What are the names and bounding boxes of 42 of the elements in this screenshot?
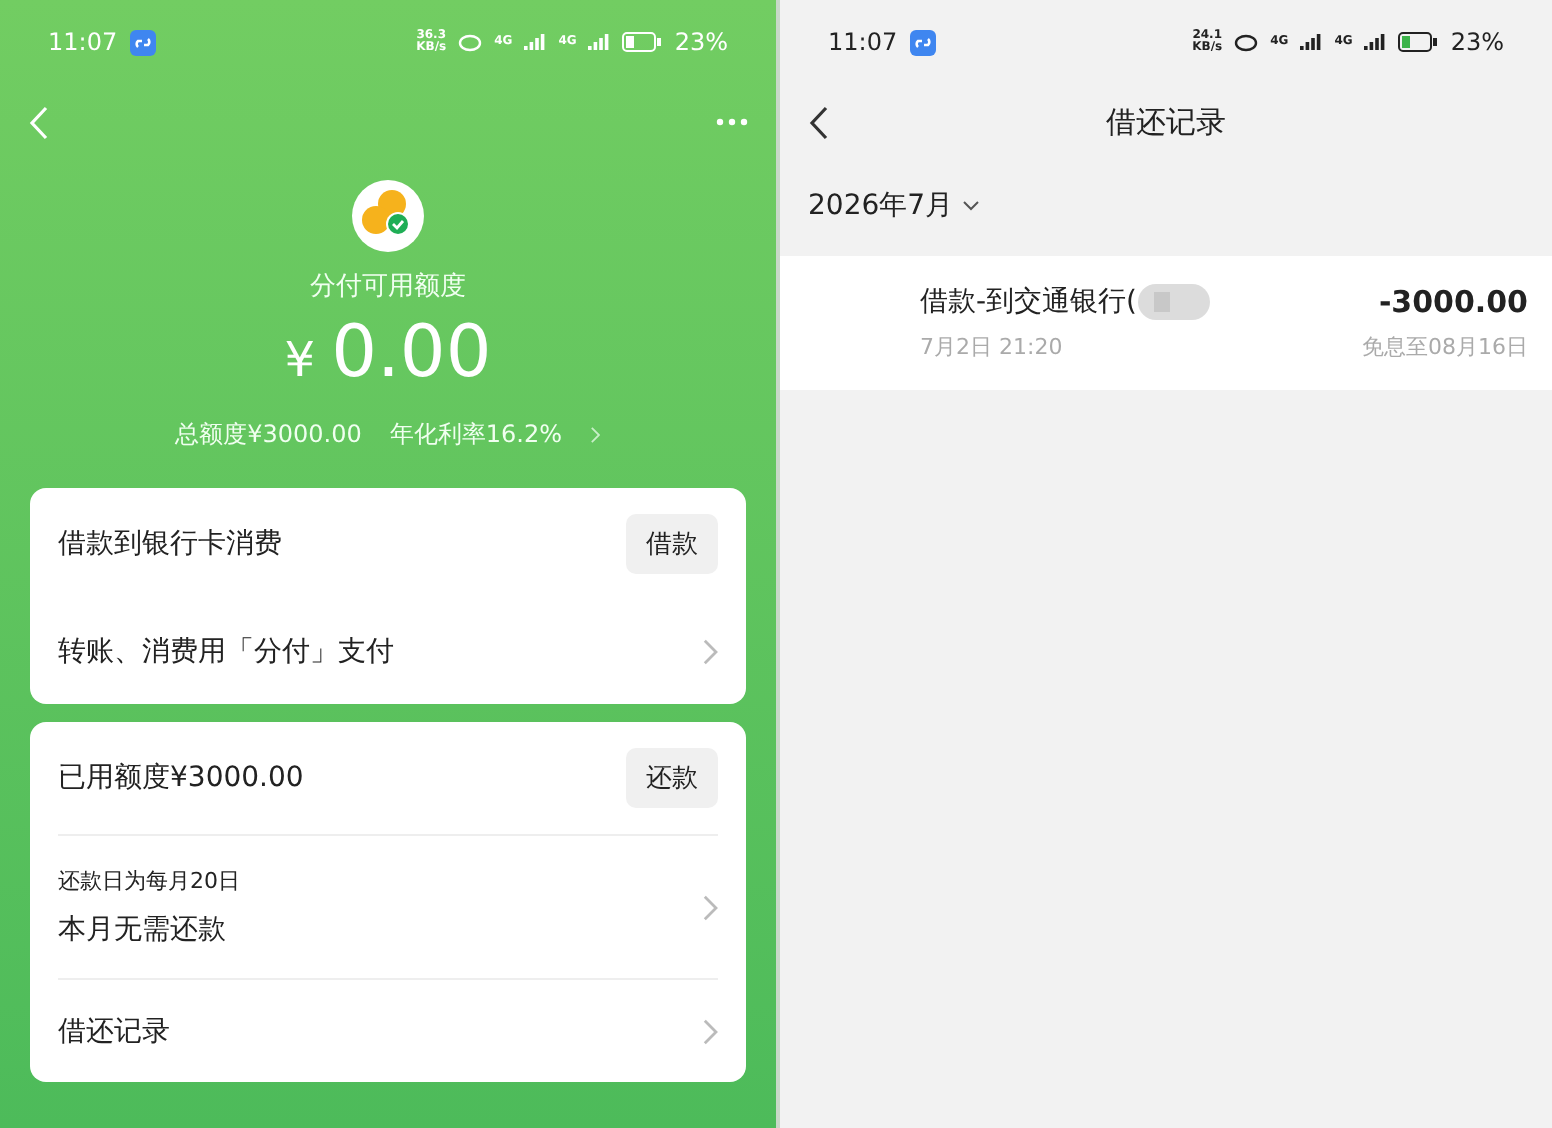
action-button[interactable]: 还款 — [626, 748, 718, 808]
battery-icon — [1398, 32, 1439, 52]
chevron-down-icon[interactable] — [961, 200, 980, 212]
chevron-right-icon — [701, 1017, 718, 1045]
chevron-right-icon — [701, 893, 718, 921]
record-title: 借款-到交通银行( — [920, 284, 1138, 320]
action-button[interactable]: 借款 — [626, 514, 718, 574]
chevron-right-icon — [701, 638, 718, 666]
credit-label: 分付可用额度 — [310, 270, 466, 304]
status-time: 11:07 — [828, 28, 898, 56]
battery-percent: 23% — [1450, 28, 1504, 56]
row-label: 借还记录 — [58, 1013, 172, 1049]
row-label: 已用额度¥3000.00 — [58, 760, 306, 796]
menu-row[interactable]: 还款日为每月20日 本月无需还款 — [58, 834, 718, 978]
row-label: 借款到银行卡消费 — [58, 526, 284, 562]
logo-icon — [352, 180, 424, 252]
chevron-right-icon — [590, 426, 601, 444]
currency-symbol: ¥ — [284, 332, 316, 388]
total-limit: 总额度¥3000.00 — [175, 418, 362, 452]
record-time: 7月2日 21:20 — [920, 332, 1065, 362]
link-icon — [129, 29, 156, 55]
signal-icon — [588, 33, 611, 51]
row-label: 本月无需还款 — [58, 912, 228, 948]
signal-icon — [524, 33, 547, 51]
back-icon[interactable] — [808, 105, 828, 139]
menu-row[interactable]: 转账、消费用「分付」支付 — [58, 600, 718, 704]
record-amount: -3000.00 — [1378, 284, 1528, 320]
record-note: 免息至08月16日 — [1362, 332, 1528, 362]
available-amount: 0.00 — [331, 312, 492, 394]
signal-icon — [1300, 33, 1323, 51]
month-selector[interactable]: 2026年7月 — [808, 188, 954, 224]
row-label: 转账、消费用「分付」支付 — [58, 634, 396, 670]
link-icon — [909, 29, 936, 55]
signal-icon — [1364, 33, 1387, 51]
row-caption: 还款日为每月20日 — [58, 866, 242, 896]
redaction-blur — [1137, 284, 1210, 320]
battery-icon — [622, 32, 663, 52]
menu-row[interactable]: 借还记录 — [58, 978, 718, 1082]
record-row[interactable]: 借款-到交通银行( 7月2日 21:20 -3000.00 免息至08月16日 — [780, 256, 1552, 390]
status-time: 11:07 — [48, 28, 118, 56]
battery-percent: 23% — [674, 28, 728, 56]
page-title: 借还记录 — [1106, 103, 1226, 141]
